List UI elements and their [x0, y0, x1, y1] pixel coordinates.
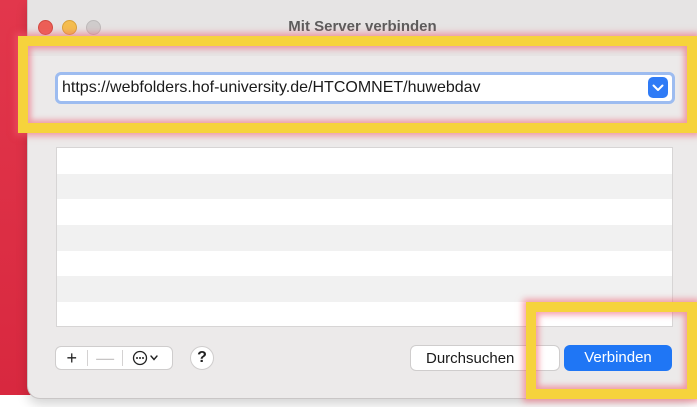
- list-item: [57, 199, 672, 226]
- remove-favorite-button[interactable]: —: [88, 347, 121, 369]
- favorite-servers-list[interactable]: [56, 147, 673, 327]
- list-item: [57, 173, 672, 200]
- list-item: [57, 250, 672, 277]
- list-item: [57, 225, 672, 251]
- add-favorite-button[interactable]: +: [56, 347, 87, 369]
- highlight-frame-address: [18, 36, 697, 133]
- window-title: Mit Server verbinden: [288, 18, 437, 35]
- list-item: [57, 276, 672, 303]
- ellipsis-circle-icon: [133, 350, 159, 366]
- favorites-toolbar: + —: [55, 346, 173, 370]
- more-options-button[interactable]: [123, 347, 172, 369]
- list-item: [57, 148, 672, 174]
- highlight-frame-connect: [526, 302, 697, 399]
- help-button[interactable]: ?: [190, 346, 214, 370]
